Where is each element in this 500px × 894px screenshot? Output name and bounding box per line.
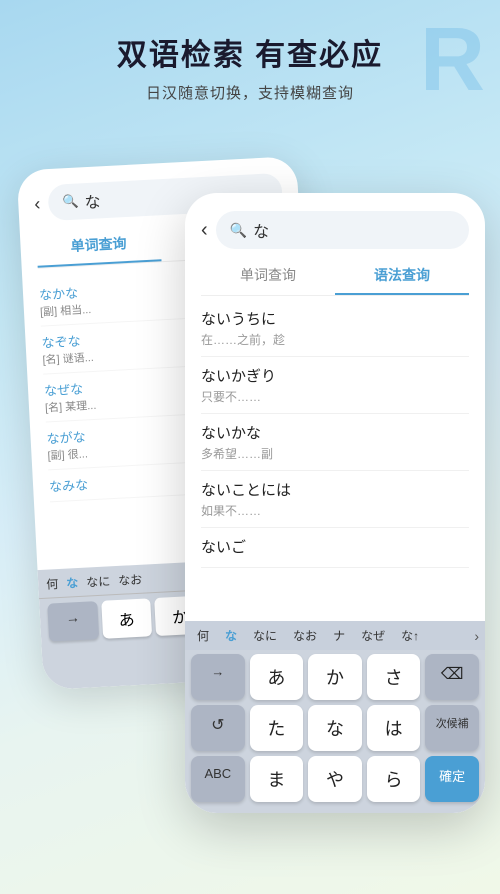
kb-ra-key[interactable]: ら <box>367 756 421 802</box>
kb-a-key[interactable]: あ <box>250 654 304 700</box>
kb-sa-key[interactable]: さ <box>367 654 421 700</box>
kb-delete-key[interactable]: ⌫ <box>425 654 479 700</box>
item-jp: ないかぎり <box>201 365 469 386</box>
tabs-front: 单词查询 语法查询 <box>201 257 469 296</box>
back-arrow-icon[interactable]: ‹ <box>34 193 41 214</box>
search-bar-front[interactable]: 🔍 な <box>216 211 469 249</box>
list-item[interactable]: ないかな 多希望……副 <box>201 414 469 471</box>
tab-word-query-back[interactable]: 单词查询 <box>36 223 162 267</box>
kb-ma-key[interactable]: ま <box>250 756 304 802</box>
kana-なに[interactable]: なに <box>86 572 111 590</box>
kb-ka-key[interactable]: か <box>308 654 362 700</box>
kb-ya-key[interactable]: や <box>308 756 362 802</box>
kana-nani[interactable]: 何 <box>191 625 215 646</box>
kb-undo-key[interactable]: ↺ <box>191 705 245 751</box>
item-ch: 在……之前，趁 <box>201 331 469 348</box>
kb-row-2: ↺ た な は 次候補 <box>191 705 479 751</box>
list-item[interactable]: ないご <box>201 528 469 568</box>
keyboard-area: 何 な なに なお ナ なぜ な↑ › → あ か さ ⌫ <box>185 621 485 813</box>
kb-arrow-key[interactable]: → <box>47 601 99 642</box>
search-query-front: な <box>253 218 269 242</box>
item-jp: ないことには <box>201 479 469 500</box>
kana-なお[interactable]: なお <box>118 570 143 588</box>
item-ch: 多希望……副 <box>201 445 469 462</box>
kana-nao[interactable]: なお <box>287 625 323 646</box>
search-query-back: な <box>84 188 101 213</box>
kana-chevron-icon[interactable]: › <box>474 628 479 644</box>
item-jp: ないご <box>201 536 469 557</box>
keyboard-rows: → あ か さ ⌫ ↺ た な は 次候補 ABC ま <box>185 650 485 813</box>
kb-a-key[interactable]: あ <box>101 598 153 639</box>
kb-arrow-key[interactable]: → <box>191 654 245 700</box>
item-ch: 如果不…… <box>201 502 469 519</box>
front-search-icon: 🔍 <box>230 222 247 239</box>
item-ch: 只要不…… <box>201 388 469 405</box>
item-jp: ないかな <box>201 422 469 443</box>
kana-suggestion-row: 何 な なに なお ナ なぜ な↑ › <box>185 621 485 650</box>
list-item[interactable]: ないうちに 在……之前，趁 <box>201 300 469 357</box>
kb-ha-key[interactable]: は <box>367 705 421 751</box>
list-front: ないうちに 在……之前，趁 ないかぎり 只要不…… ないかな 多希望……副 ない… <box>185 296 485 572</box>
item-jp: ないうちに <box>201 308 469 329</box>
kb-next-candidate-key[interactable]: 次候補 <box>425 705 479 751</box>
tab-word-query-front[interactable]: 单词查询 <box>201 257 335 295</box>
kb-row-1: → あ か さ ⌫ <box>191 654 479 700</box>
list-item[interactable]: ないかぎり 只要不…… <box>201 357 469 414</box>
header-section: R 双语检索 有查必应 日汉随意切换，支持模糊查询 <box>0 0 500 123</box>
front-back-arrow-icon[interactable]: ‹ <box>201 219 208 242</box>
main-title: 双语检索 有查必应 <box>20 30 480 74</box>
kb-na-key[interactable]: な <box>308 705 362 751</box>
kb-row-3: ABC ま や ら 確定 <box>191 756 479 802</box>
phones-container: ‹ 🔍 な 单词查询 语法查询 なかな [副] 相当... なぞな [名] 谜语… <box>0 133 500 813</box>
kana-NA[interactable]: ナ <box>327 625 351 646</box>
kana-naze[interactable]: なぜ <box>355 625 391 646</box>
kana-な[interactable]: な <box>66 574 79 592</box>
list-item[interactable]: ないことには 如果不…… <box>201 471 469 528</box>
kb-confirm-key[interactable]: 確定 <box>425 756 479 802</box>
kana-nai[interactable]: な↑ <box>395 625 425 646</box>
kb-abc-key[interactable]: ABC <box>191 756 245 802</box>
kana-何[interactable]: 何 <box>46 575 59 593</box>
main-subtitle: 日汉随意切换，支持模糊查询 <box>20 82 480 103</box>
search-icon: 🔍 <box>62 193 79 210</box>
kb-ta-key[interactable]: た <box>250 705 304 751</box>
phone-front: ‹ 🔍 な 单词查询 语法查询 ないうちに 在……之前，趁 ないかぎり 只要不…… <box>185 193 485 813</box>
logo-icon: R <box>420 15 485 105</box>
tab-grammar-query-front[interactable]: 语法查询 <box>335 257 469 295</box>
phone-front-header: ‹ 🔍 な <box>185 193 485 257</box>
kana-nani2[interactable]: なに <box>247 625 283 646</box>
kana-na[interactable]: な <box>219 625 243 646</box>
